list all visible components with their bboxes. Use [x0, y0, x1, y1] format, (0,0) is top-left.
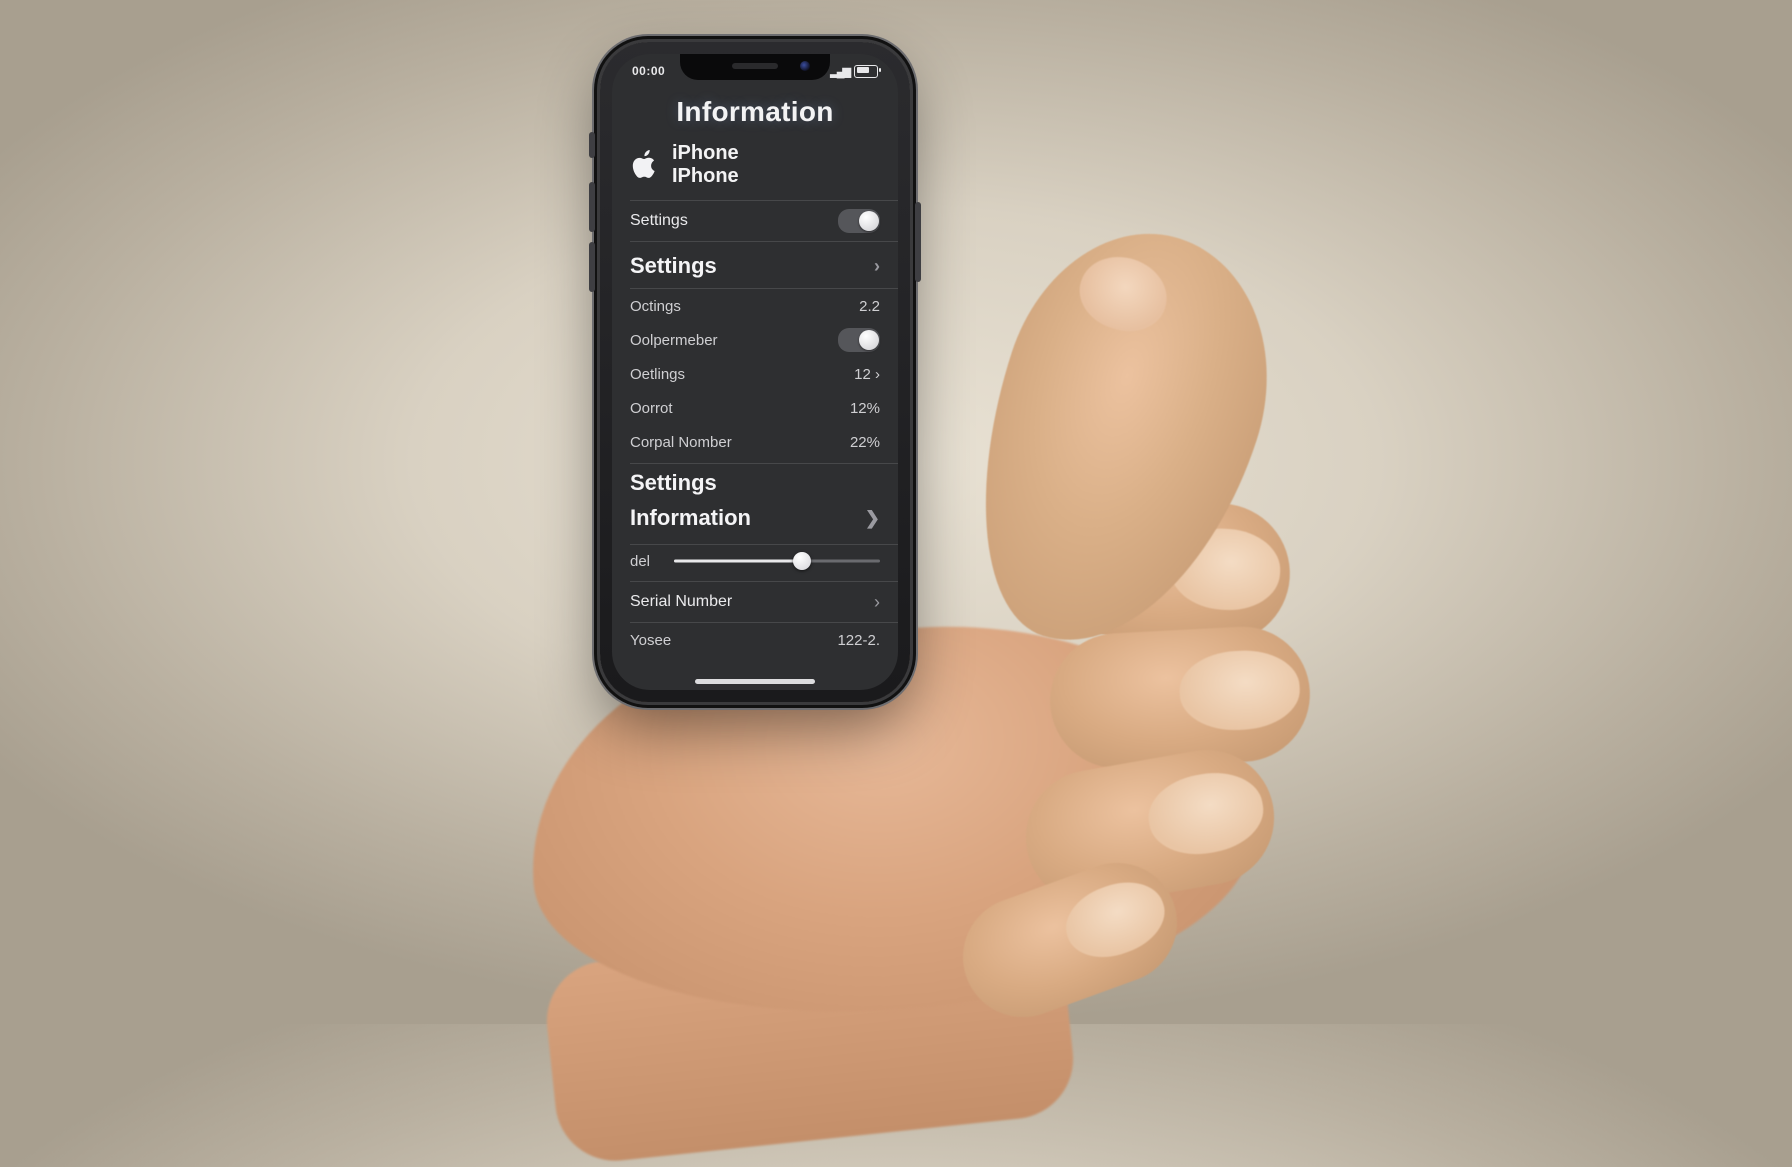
section-header-information-row[interactable]: Information ❯	[612, 498, 898, 544]
settings-toggle-label: Settings	[630, 212, 688, 230]
signal-icon: ▂▄▆	[830, 65, 849, 78]
brightness-slider[interactable]	[674, 551, 880, 571]
list-value: 122-2.	[837, 632, 880, 649]
home-indicator[interactable]	[695, 679, 815, 684]
screen: 00:00 ▂▄▆ Information iPhone IPhone	[612, 54, 898, 690]
notch	[680, 54, 830, 80]
list-value: 12 ›	[854, 366, 880, 383]
chevron-right-icon: ❯	[865, 509, 880, 527]
list-item[interactable]: Oorrot 12%	[612, 391, 898, 425]
settings-link-label: Settings	[630, 253, 717, 279]
mute-switch[interactable]	[589, 132, 595, 158]
serial-number-row[interactable]: Serial Number ›	[612, 582, 898, 622]
list-item[interactable]: Octings 2.2	[612, 289, 898, 323]
list-label: Oolpermeber	[630, 332, 718, 349]
device-name-line2: IPhone	[672, 165, 739, 188]
serial-number-label: Serial Number	[630, 593, 732, 611]
list-value: 22%	[850, 434, 880, 451]
section-header-settings: Settings	[612, 464, 898, 498]
device-header[interactable]: iPhone IPhone	[612, 138, 898, 200]
iphone-device: 00:00 ▂▄▆ Information iPhone IPhone	[600, 42, 910, 702]
list-item[interactable]: Oetlings 12 ›	[612, 357, 898, 391]
apple-logo-icon	[630, 148, 660, 182]
list-label: Octings	[630, 298, 681, 315]
list-item[interactable]: Corpal Nomber 22%	[612, 425, 898, 459]
section-header-information: Information	[630, 505, 751, 531]
row-toggle[interactable]	[838, 328, 880, 352]
list-value: 12%	[850, 400, 880, 417]
volume-down-button[interactable]	[589, 242, 595, 292]
list-label: Oetlings	[630, 366, 685, 383]
chevron-right-icon: ›	[874, 257, 880, 275]
settings-toggle-row[interactable]: Settings	[612, 201, 898, 241]
page-title: Information	[612, 90, 898, 138]
side-power-button[interactable]	[915, 202, 921, 282]
settings-link-row[interactable]: Settings ›	[612, 242, 898, 288]
slider-row[interactable]: del	[612, 545, 898, 581]
settings-toggle[interactable]	[838, 209, 880, 233]
chevron-right-icon: ›	[874, 593, 880, 611]
list-label: Oorrot	[630, 400, 673, 417]
list-item[interactable]: Oolpermeber	[612, 323, 898, 357]
settings-information-screen: Information iPhone IPhone Settings	[612, 90, 898, 690]
battery-icon	[854, 65, 878, 78]
list-label: Corpal Nomber	[630, 434, 732, 451]
list-label: Yosee	[630, 632, 671, 649]
volume-up-button[interactable]	[589, 182, 595, 232]
status-time: 00:00	[632, 64, 665, 78]
device-name-line1: iPhone	[672, 142, 739, 165]
slider-label: del	[630, 553, 664, 570]
list-value: 2.2	[859, 298, 880, 315]
list-item[interactable]: Yosee 122-2.	[612, 623, 898, 657]
